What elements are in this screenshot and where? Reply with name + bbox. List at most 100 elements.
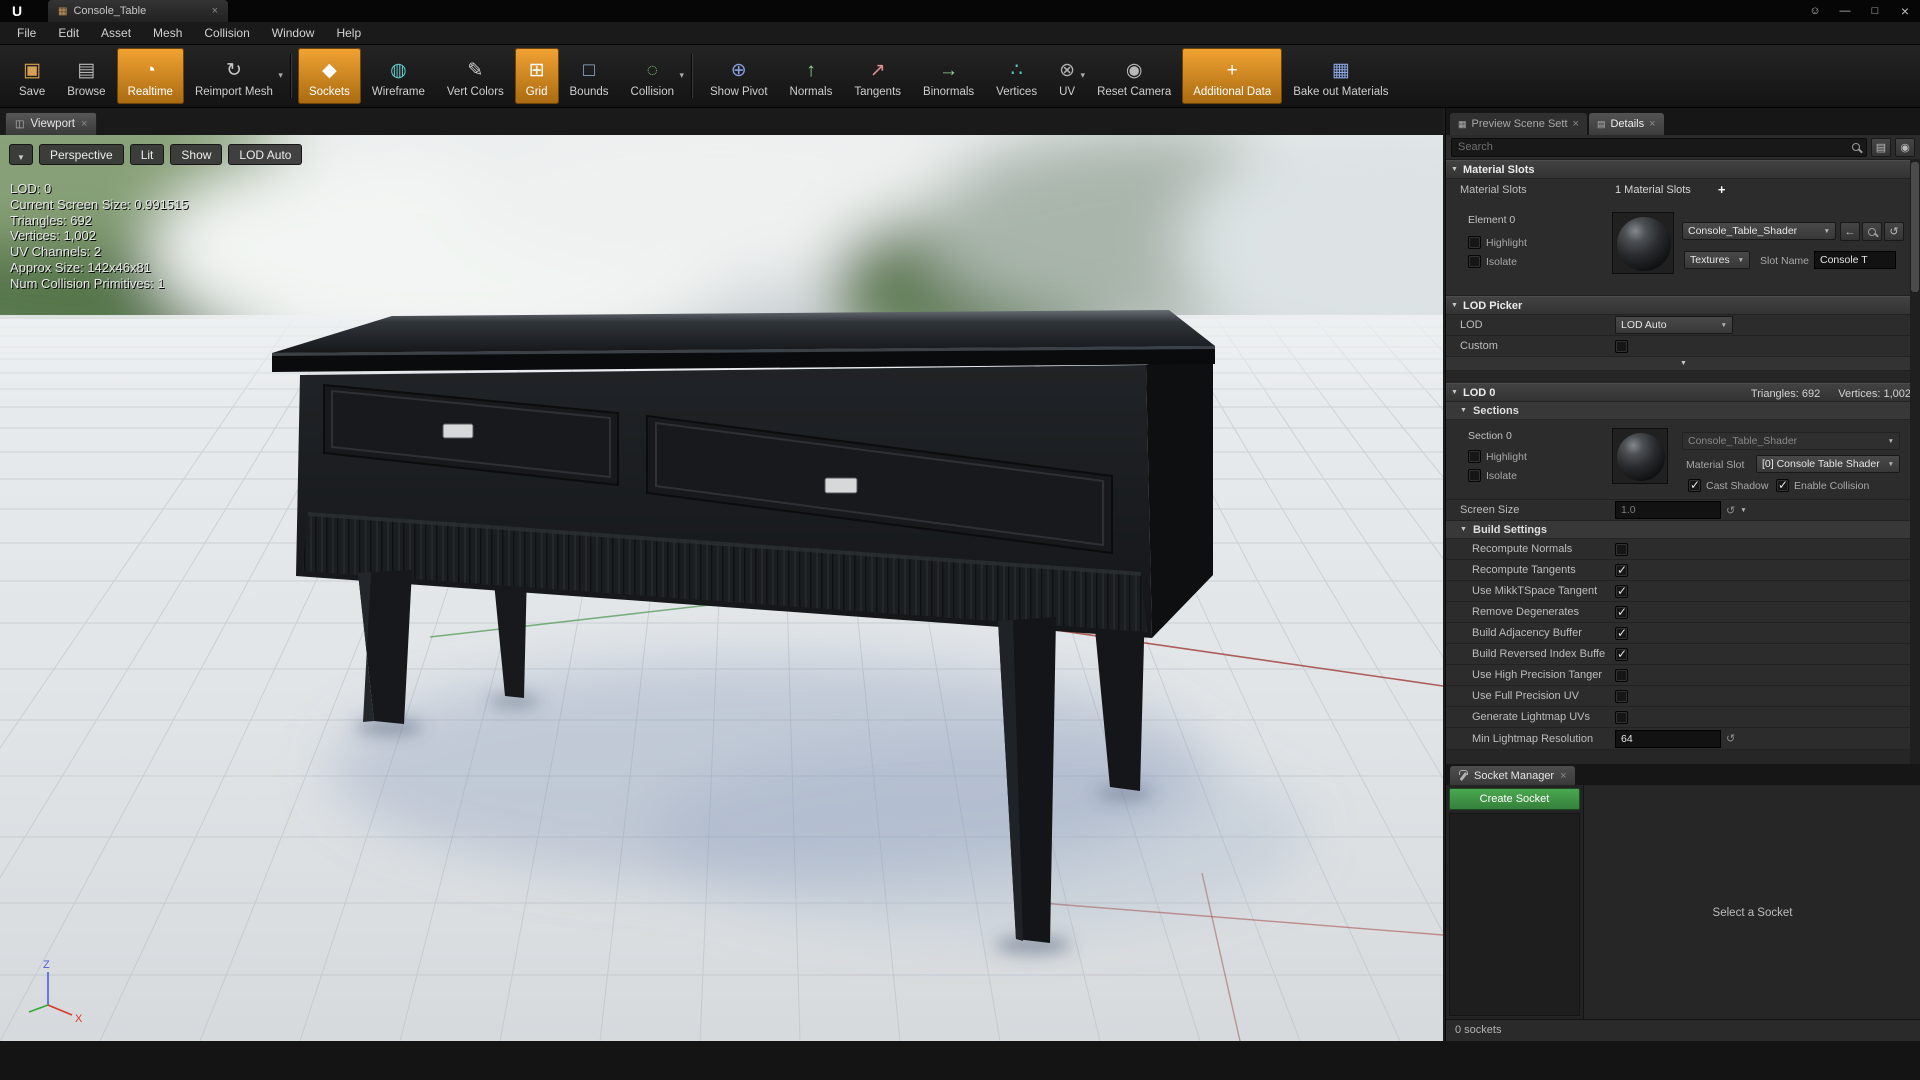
toolbar-button[interactable]: ↻ Reimport Mesh — [184, 48, 284, 104]
viewport-toolbar-button[interactable]: Show — [170, 144, 223, 165]
toolbar-button[interactable]: ↗ Tangents — [843, 48, 912, 104]
checkbox[interactable] — [1615, 563, 1628, 577]
socket-list[interactable] — [1449, 813, 1580, 1016]
close-icon[interactable]: × — [1573, 118, 1579, 130]
toolbar-button[interactable]: ⊗ UV — [1048, 48, 1086, 104]
lod-dropdown[interactable]: LOD Auto ▼ — [1615, 316, 1733, 334]
browse-to-asset-button[interactable] — [1862, 222, 1882, 241]
cast-shadow-checkbox[interactable] — [1688, 478, 1701, 492]
scrollbar-thumb[interactable] — [1911, 162, 1919, 292]
toolbar-button[interactable]: + Additional Data — [1182, 48, 1283, 104]
category-material-slots[interactable]: ▼ Material Slots — [1446, 160, 1920, 179]
feedback-icon[interactable]: ☺ — [1800, 0, 1830, 22]
create-socket-button[interactable]: Create Socket — [1449, 788, 1580, 810]
viewport-toolbar-button[interactable]: Lit — [129, 144, 165, 165]
checkbox[interactable] — [1615, 668, 1628, 682]
socket-manager-body: Create Socket Select a Socket — [1446, 785, 1920, 1019]
menu-item[interactable]: File — [6, 22, 47, 44]
chevron-down-icon: ▼ — [1737, 256, 1744, 264]
close-button[interactable]: × — [1890, 0, 1920, 22]
section-material-dropdown[interactable]: Console_Table_Shader ▼ — [1682, 432, 1900, 450]
category-expand-button[interactable]: ▼ — [1446, 357, 1920, 371]
menu-item[interactable]: Help — [325, 22, 372, 44]
minimize-button[interactable]: — — [1830, 0, 1860, 22]
toolbar-button[interactable]: ⊕ Show Pivot — [699, 48, 779, 104]
toolbar-button[interactable]: ◌ Collision — [620, 48, 685, 104]
viewport-options-button[interactable] — [9, 144, 33, 166]
material-slot-dropdown[interactable]: [0] Console Table Shader ▼ — [1756, 455, 1900, 473]
toolbar-button[interactable]: □ Bounds — [559, 48, 620, 104]
toolbar-button[interactable]: ◉ Reset Camera — [1086, 48, 1182, 104]
main-toolbar: ▣ Save ▤ Browse ◔ Realtime ↻ Reimport Me… — [0, 45, 1920, 108]
min-lightmap-field[interactable]: 64 — [1615, 729, 1721, 748]
screen-size-field[interactable]: 1.0 — [1615, 501, 1721, 519]
category-lod-picker[interactable]: ▼ LOD Picker — [1446, 296, 1920, 315]
toolbar-button[interactable]: ⊞ Grid — [514, 48, 559, 104]
subcategory-sections[interactable]: ▼ Sections — [1446, 402, 1920, 420]
highlight-checkbox[interactable] — [1468, 236, 1481, 249]
toolbar-button[interactable]: ◔ Realtime — [116, 48, 184, 104]
isolate-checkbox[interactable] — [1468, 255, 1481, 268]
toolbar-button[interactable]: ◆ Sockets — [297, 48, 361, 104]
viewport-3d[interactable]: PerspectiveLitShowLOD Auto LOD: 0Current… — [0, 135, 1443, 1041]
menu-item[interactable]: Collision — [193, 22, 260, 44]
close-icon[interactable]: × — [81, 118, 87, 130]
reset-to-default-icon[interactable]: ↺ — [1726, 732, 1735, 745]
close-icon[interactable]: × — [1560, 770, 1566, 782]
element-label: Element 0 — [1468, 214, 1516, 226]
use-selected-asset-button[interactable]: ← — [1840, 222, 1860, 241]
reset-asset-button[interactable]: ↺ — [1884, 222, 1904, 241]
reset-to-default-icon[interactable]: ↺ — [1726, 504, 1735, 517]
toolbar-button[interactable]: ∴ Vertices — [985, 48, 1048, 104]
menu-item[interactable]: Edit — [47, 22, 90, 44]
maximize-button[interactable]: □ — [1860, 0, 1890, 22]
chevron-down-icon: ▼ — [1887, 437, 1894, 445]
add-material-slot-button[interactable]: + — [1718, 182, 1726, 197]
tab-socket-manager[interactable]: Socket Manager × — [1450, 766, 1575, 785]
checkbox[interactable] — [1615, 710, 1628, 724]
viewport-toolbar-button[interactable]: LOD Auto — [228, 144, 303, 165]
build-setting-row: Recompute Tangents — [1446, 560, 1920, 581]
search-input[interactable]: Search — [1451, 137, 1867, 157]
toolbar-button[interactable]: ▤ Browse — [56, 48, 116, 104]
chevron-down-icon[interactable]: ▼ — [1740, 507, 1746, 514]
checkbox[interactable] — [1615, 584, 1628, 598]
toolbar-button[interactable]: ▦ Bake out Materials — [1282, 48, 1399, 104]
enable-collision-checkbox[interactable] — [1776, 478, 1789, 492]
menu-item[interactable]: Window — [261, 22, 326, 44]
menu-item[interactable]: Asset — [90, 22, 142, 44]
toolbar-button[interactable]: ✎ Vert Colors — [436, 48, 515, 104]
toolbar-button[interactable]: ↑ Normals — [779, 48, 844, 104]
material-asset-dropdown[interactable]: Console_Table_Shader ▼ — [1682, 222, 1836, 240]
asset-window-tab[interactable]: ▦ Console_Table × — [48, 0, 228, 22]
tab-preview-scene-settings[interactable]: ▦ Preview Scene Sett × — [1450, 113, 1587, 135]
material-thumbnail[interactable] — [1612, 212, 1674, 274]
material-thumbnail[interactable] — [1612, 428, 1668, 484]
close-icon[interactable]: × — [212, 5, 218, 17]
subcategory-build-settings[interactable]: ▼ Build Settings — [1446, 521, 1920, 539]
toolbar-button[interactable]: → Binormals — [912, 48, 985, 104]
checkbox[interactable] — [1615, 626, 1628, 640]
highlight-checkbox[interactable] — [1468, 450, 1481, 463]
isolate-checkbox[interactable] — [1468, 469, 1481, 482]
checkbox[interactable] — [1615, 647, 1628, 661]
toolbar-icon: ▣ — [23, 60, 42, 81]
checkbox[interactable] — [1615, 542, 1628, 556]
toolbar-button[interactable]: ▣ Save — [8, 48, 56, 104]
textures-dropdown[interactable]: Textures ▼ — [1684, 251, 1750, 269]
viewport-toolbar-button[interactable]: Perspective — [39, 144, 124, 165]
toolbar-button[interactable]: ◍ Wireframe — [361, 48, 436, 104]
details-scrollbar[interactable] — [1910, 160, 1920, 764]
category-lod0[interactable]: ▼ LOD 0 Triangles: 692 Vertices: 1,002 — [1446, 383, 1920, 402]
close-icon[interactable]: × — [1649, 118, 1655, 130]
custom-checkbox[interactable] — [1615, 339, 1628, 353]
slot-name-field[interactable]: Console T — [1814, 251, 1896, 269]
expander-icon: ▼ — [1460, 407, 1467, 414]
checkbox[interactable] — [1615, 605, 1628, 619]
menu-item[interactable]: Mesh — [142, 22, 193, 44]
tab-details[interactable]: ▤ Details × — [1588, 113, 1664, 135]
display-filter-button[interactable]: ◉ — [1895, 137, 1915, 157]
checkbox[interactable] — [1615, 689, 1628, 703]
property-matrix-button[interactable]: ▤ — [1871, 137, 1891, 157]
tab-viewport[interactable]: ◫ Viewport × — [5, 112, 98, 135]
